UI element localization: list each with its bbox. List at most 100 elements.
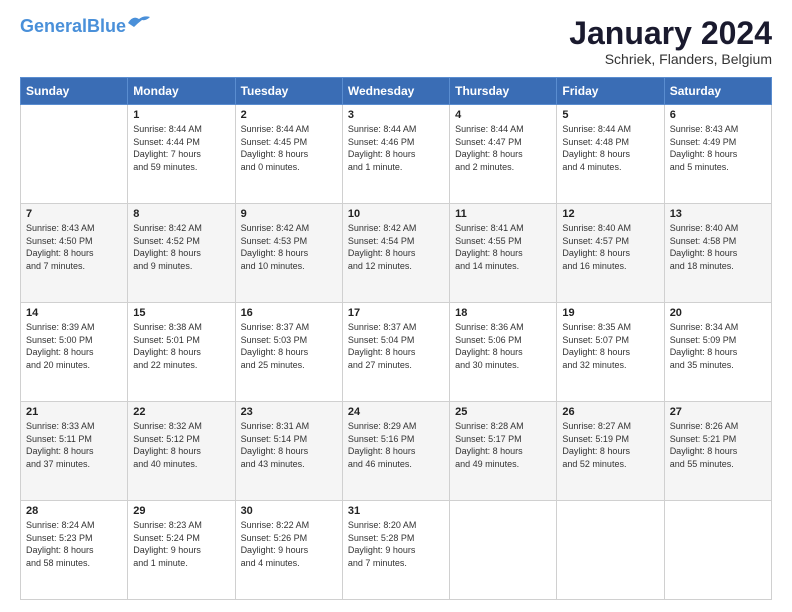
col-tuesday: Tuesday (235, 78, 342, 105)
day-info: Sunrise: 8:41 AM Sunset: 4:55 PM Dayligh… (455, 222, 551, 272)
day-number: 24 (348, 406, 444, 418)
day-info: Sunrise: 8:31 AM Sunset: 5:14 PM Dayligh… (241, 420, 337, 470)
day-number: 12 (562, 208, 658, 220)
day-info: Sunrise: 8:34 AM Sunset: 5:09 PM Dayligh… (670, 321, 766, 371)
day-info: Sunrise: 8:37 AM Sunset: 5:04 PM Dayligh… (348, 321, 444, 371)
table-row: 29 Sunrise: 8:23 AM Sunset: 5:24 PM Dayli… (128, 501, 235, 600)
day-number: 7 (26, 208, 122, 220)
table-row: 14 Sunrise: 8:39 AM Sunset: 5:00 PM Dayli… (21, 303, 128, 402)
table-row: 15 Sunrise: 8:38 AM Sunset: 5:01 PM Dayli… (128, 303, 235, 402)
table-row (664, 501, 771, 600)
logo-bird-icon (128, 15, 150, 31)
day-number: 20 (670, 307, 766, 319)
table-row: 19 Sunrise: 8:35 AM Sunset: 5:07 PM Dayli… (557, 303, 664, 402)
table-row: 21 Sunrise: 8:33 AM Sunset: 5:11 PM Dayli… (21, 402, 128, 501)
day-number: 5 (562, 109, 658, 121)
header: GeneralBlue January 2024 Schriek, Flande… (20, 16, 772, 67)
day-info: Sunrise: 8:42 AM Sunset: 4:52 PM Dayligh… (133, 222, 229, 272)
day-info: Sunrise: 8:43 AM Sunset: 4:49 PM Dayligh… (670, 123, 766, 173)
table-row: 6 Sunrise: 8:43 AM Sunset: 4:49 PM Daylig… (664, 105, 771, 204)
day-number: 15 (133, 307, 229, 319)
logo-text: GeneralBlue (20, 16, 126, 37)
table-row: 4 Sunrise: 8:44 AM Sunset: 4:47 PM Daylig… (450, 105, 557, 204)
day-number: 18 (455, 307, 551, 319)
table-row: 17 Sunrise: 8:37 AM Sunset: 5:04 PM Dayli… (342, 303, 449, 402)
week-row-1: 7 Sunrise: 8:43 AM Sunset: 4:50 PM Daylig… (21, 204, 772, 303)
day-number: 6 (670, 109, 766, 121)
table-row: 24Sunrise: 8:29 AM Sunset: 5:16 PM Dayli… (342, 402, 449, 501)
day-number: 1 (133, 109, 229, 121)
day-number: 22 (133, 406, 229, 418)
day-number: 23 (241, 406, 337, 418)
col-sunday: Sunday (21, 78, 128, 105)
day-info: Sunrise: 8:20 AM Sunset: 5:28 PM Dayligh… (348, 519, 444, 569)
day-info: Sunrise: 8:44 AM Sunset: 4:47 PM Dayligh… (455, 123, 551, 173)
day-info: Sunrise: 8:44 AM Sunset: 4:46 PM Dayligh… (348, 123, 444, 173)
day-info: Sunrise: 8:39 AM Sunset: 5:00 PM Dayligh… (26, 321, 122, 371)
day-info: Sunrise: 8:43 AM Sunset: 4:50 PM Dayligh… (26, 222, 122, 272)
day-number: 30 (241, 505, 337, 517)
day-info: Sunrise: 8:44 AM Sunset: 4:45 PM Dayligh… (241, 123, 337, 173)
table-row: 22Sunrise: 8:32 AM Sunset: 5:12 PM Dayli… (128, 402, 235, 501)
day-number: 8 (133, 208, 229, 220)
day-info: Sunrise: 8:38 AM Sunset: 5:01 PM Dayligh… (133, 321, 229, 371)
day-number: 16 (241, 307, 337, 319)
day-number: 3 (348, 109, 444, 121)
day-info: Sunrise: 8:44 AM Sunset: 4:48 PM Dayligh… (562, 123, 658, 173)
table-row: 26Sunrise: 8:27 AM Sunset: 5:19 PM Dayli… (557, 402, 664, 501)
day-number: 28 (26, 505, 122, 517)
table-row: 18 Sunrise: 8:36 AM Sunset: 5:06 PM Dayli… (450, 303, 557, 402)
table-row: 27Sunrise: 8:26 AM Sunset: 5:21 PM Dayli… (664, 402, 771, 501)
day-number: 14 (26, 307, 122, 319)
day-number: 2 (241, 109, 337, 121)
day-number: 21 (26, 406, 122, 418)
col-friday: Friday (557, 78, 664, 105)
table-row (450, 501, 557, 600)
table-row: 13Sunrise: 8:40 AM Sunset: 4:58 PM Dayli… (664, 204, 771, 303)
day-info: Sunrise: 8:22 AM Sunset: 5:26 PM Dayligh… (241, 519, 337, 569)
table-row (21, 105, 128, 204)
table-row: 28Sunrise: 8:24 AM Sunset: 5:23 PM Dayli… (21, 501, 128, 600)
table-row: 10 Sunrise: 8:42 AM Sunset: 4:54 PM Dayli… (342, 204, 449, 303)
table-row: 23 Sunrise: 8:31 AM Sunset: 5:14 PM Dayli… (235, 402, 342, 501)
month-title: January 2024 (569, 16, 772, 51)
day-info: Sunrise: 8:40 AM Sunset: 4:57 PM Dayligh… (562, 222, 658, 272)
week-row-2: 14 Sunrise: 8:39 AM Sunset: 5:00 PM Dayli… (21, 303, 772, 402)
logo: GeneralBlue (20, 16, 150, 37)
table-row: 16 Sunrise: 8:37 AM Sunset: 5:03 PM Dayli… (235, 303, 342, 402)
page: GeneralBlue January 2024 Schriek, Flande… (0, 0, 792, 612)
day-info: Sunrise: 8:33 AM Sunset: 5:11 PM Dayligh… (26, 420, 122, 470)
day-info: Sunrise: 8:26 AM Sunset: 5:21 PM Dayligh… (670, 420, 766, 470)
day-info: Sunrise: 8:35 AM Sunset: 5:07 PM Dayligh… (562, 321, 658, 371)
title-block: January 2024 Schriek, Flanders, Belgium (569, 16, 772, 67)
day-info: Sunrise: 8:37 AM Sunset: 5:03 PM Dayligh… (241, 321, 337, 371)
table-row: 25Sunrise: 8:28 AM Sunset: 5:17 PM Dayli… (450, 402, 557, 501)
day-info: Sunrise: 8:27 AM Sunset: 5:19 PM Dayligh… (562, 420, 658, 470)
table-row: 31Sunrise: 8:20 AM Sunset: 5:28 PM Dayli… (342, 501, 449, 600)
day-number: 29 (133, 505, 229, 517)
table-row (557, 501, 664, 600)
day-number: 4 (455, 109, 551, 121)
week-row-3: 21 Sunrise: 8:33 AM Sunset: 5:11 PM Dayli… (21, 402, 772, 501)
col-monday: Monday (128, 78, 235, 105)
day-info: Sunrise: 8:23 AM Sunset: 5:24 PM Dayligh… (133, 519, 229, 569)
day-info: Sunrise: 8:36 AM Sunset: 5:06 PM Dayligh… (455, 321, 551, 371)
table-row: 7 Sunrise: 8:43 AM Sunset: 4:50 PM Daylig… (21, 204, 128, 303)
day-number: 17 (348, 307, 444, 319)
table-row: 9Sunrise: 8:42 AM Sunset: 4:53 PM Daylig… (235, 204, 342, 303)
day-number: 13 (670, 208, 766, 220)
day-number: 19 (562, 307, 658, 319)
table-row: 1Sunrise: 8:44 AM Sunset: 4:44 PM Daylig… (128, 105, 235, 204)
day-info: Sunrise: 8:42 AM Sunset: 4:54 PM Dayligh… (348, 222, 444, 272)
col-saturday: Saturday (664, 78, 771, 105)
day-number: 11 (455, 208, 551, 220)
header-row: Sunday Monday Tuesday Wednesday Thursday… (21, 78, 772, 105)
day-info: Sunrise: 8:42 AM Sunset: 4:53 PM Dayligh… (241, 222, 337, 272)
week-row-4: 28Sunrise: 8:24 AM Sunset: 5:23 PM Dayli… (21, 501, 772, 600)
day-number: 10 (348, 208, 444, 220)
table-row: 11 Sunrise: 8:41 AM Sunset: 4:55 PM Dayli… (450, 204, 557, 303)
table-row: 2 Sunrise: 8:44 AM Sunset: 4:45 PM Daylig… (235, 105, 342, 204)
table-row: 12 Sunrise: 8:40 AM Sunset: 4:57 PM Dayli… (557, 204, 664, 303)
location-subtitle: Schriek, Flanders, Belgium (569, 51, 772, 67)
table-row: 30 Sunrise: 8:22 AM Sunset: 5:26 PM Dayli… (235, 501, 342, 600)
